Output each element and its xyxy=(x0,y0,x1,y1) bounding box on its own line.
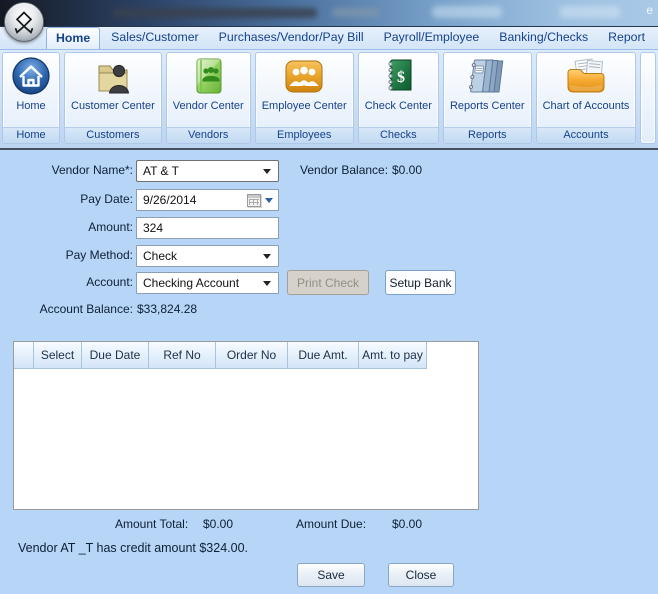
ribbon-button-home[interactable] xyxy=(11,53,51,100)
close-button[interactable]: Close xyxy=(388,563,454,587)
home-icon xyxy=(11,55,51,102)
account-value: Checking Account xyxy=(143,276,240,290)
pay-method-select[interactable]: Check xyxy=(136,245,279,267)
ribbon-group-clipped xyxy=(640,52,657,144)
ribbon-button-label[interactable]: Employee Center xyxy=(256,100,353,115)
account-select[interactable]: Checking Account xyxy=(136,272,279,294)
pay-date-label: Pay Date: xyxy=(80,192,133,206)
chevron-down-icon xyxy=(263,253,271,259)
column-header-select[interactable]: Select xyxy=(34,342,82,369)
ribbon-button-label[interactable]: Check Center xyxy=(359,100,438,115)
amount-total-value: $0.00 xyxy=(203,517,234,531)
vendor-name-value: AT & T xyxy=(143,164,180,178)
ribbon-group-footer: Checks xyxy=(358,127,438,143)
tab-purchases-vendor-pay-bill[interactable]: Purchases/Vendor/Pay Bill xyxy=(210,27,373,49)
titlebar-highlight xyxy=(560,6,620,18)
chevron-down-icon xyxy=(263,280,271,286)
blurred-title-text xyxy=(332,8,380,17)
amount-total-label: Amount Total: xyxy=(115,517,189,531)
ribbon-group-footer: Reports xyxy=(443,127,531,143)
ribbon-group-reports: Reports Center Reports xyxy=(442,52,532,144)
tab-payroll-employee[interactable]: Payroll/Employee xyxy=(375,27,489,49)
ribbon-group-footer: Accounts xyxy=(536,127,636,143)
titlebar-corner-text: e xyxy=(646,3,653,17)
vendor-center-icon xyxy=(187,55,229,102)
ribbon-button-check-center[interactable]: $ xyxy=(377,53,419,100)
tab-report[interactable]: Report xyxy=(599,27,654,49)
ribbon-button-chart-of-accounts[interactable] xyxy=(563,53,609,100)
ribbon-group-footer: Vendors xyxy=(166,127,250,143)
app-logo-icon xyxy=(14,11,34,34)
ribbon: Home Home Customer Center Customers Vendor C… xyxy=(0,50,658,150)
ribbon-button-employee-center[interactable] xyxy=(282,53,326,100)
column-header-due-amt[interactable]: Due Amt. xyxy=(288,342,359,369)
chevron-down-icon xyxy=(263,168,271,174)
customer-center-icon xyxy=(91,55,135,102)
ribbon-group-home: Home Home xyxy=(2,52,60,144)
titlebar-highlight xyxy=(432,6,502,18)
pay-date-value: 9/26/2014 xyxy=(143,193,197,207)
bills-grid-body[interactable] xyxy=(14,369,478,509)
tab-home[interactable]: Home xyxy=(46,27,101,49)
ribbon-button-label[interactable]: Home xyxy=(10,100,51,115)
ribbon-group-employees: Employee Center Employees xyxy=(254,52,354,144)
svg-text:$: $ xyxy=(397,69,405,86)
bills-grid: Select Due Date Ref No Order No Due Amt. Amt.… xyxy=(13,341,479,510)
vendor-balance-value: $0.00 xyxy=(392,163,423,177)
tab-banking-checks[interactable]: Banking/Checks xyxy=(490,27,597,49)
tab-sales-customer[interactable]: Sales/Customer xyxy=(102,27,207,49)
save-button[interactable]: Save xyxy=(297,563,365,587)
ribbon-button-label[interactable]: Customer Center xyxy=(65,100,161,115)
ribbon-button-customer-center[interactable] xyxy=(91,53,135,100)
chevron-down-icon[interactable] xyxy=(265,197,273,203)
column-header-order-no[interactable]: Order No xyxy=(216,342,288,369)
ribbon-group-checks: $ Check Center Checks xyxy=(357,52,439,144)
pay-bill-form: Vendor Name*: AT & T Vendor Balance: $0.… xyxy=(0,150,658,594)
ribbon-button-label[interactable]: Chart of Accounts xyxy=(537,100,636,115)
ribbon-button-label[interactable]: Vendor Center xyxy=(167,100,250,115)
reports-center-icon xyxy=(465,55,509,102)
ribbon-group-footer: Employees xyxy=(255,127,353,143)
ribbon-group-accounts: Chart of Accounts Accounts xyxy=(535,52,637,144)
pay-date-picker[interactable]: 9/26/2014 xyxy=(136,189,279,211)
amount-due-label: Amount Due: xyxy=(296,517,367,531)
column-header-due-date[interactable]: Due Date xyxy=(82,342,149,369)
pay-method-value: Check xyxy=(143,249,178,263)
amount-label: Amount: xyxy=(88,220,133,234)
chart-of-accounts-icon xyxy=(563,55,609,102)
ribbon-group-footer: Home xyxy=(3,127,59,143)
employee-center-icon xyxy=(282,55,326,102)
pay-method-label: Pay Method: xyxy=(65,248,133,262)
amount-value: 324 xyxy=(143,221,164,235)
app-window: e Home Sales/Customer Purchases/Vendor/Pay… xyxy=(0,0,658,594)
setup-bank-button[interactable]: Setup Bank xyxy=(385,270,456,295)
check-center-icon: $ xyxy=(377,55,419,102)
calendar-icon[interactable] xyxy=(247,193,261,207)
column-header-amt-to-pay[interactable]: Amt. to pay xyxy=(359,342,427,369)
ribbon-group-vendors: Vendor Center Vendors xyxy=(165,52,251,144)
amount-input[interactable]: 324 xyxy=(136,217,279,239)
row-selector-header[interactable] xyxy=(14,342,34,369)
account-balance-value: $33,824.28 xyxy=(137,302,198,316)
column-header-ref-no[interactable]: Ref No xyxy=(149,342,216,369)
ribbon-group-customers: Customer Center Customers xyxy=(64,52,162,144)
bills-grid-header: Select Due Date Ref No Order No Due Amt. Amt.… xyxy=(14,342,478,369)
account-label: Account: xyxy=(86,275,133,289)
ribbon-group-footer: Customers xyxy=(65,127,161,143)
ribbon-tab-strip: Home Sales/Customer Purchases/Vendor/Pay B… xyxy=(0,27,658,50)
blurred-title-text xyxy=(112,8,317,18)
ribbon-button-label[interactable]: Reports Center xyxy=(444,100,531,115)
amount-due-value: $0.00 xyxy=(392,517,423,531)
vendor-name-select[interactable]: AT & T xyxy=(136,160,279,182)
ribbon-button-vendor-center[interactable] xyxy=(187,53,229,100)
title-bar: e xyxy=(0,0,658,27)
account-balance-label: Account Balance: xyxy=(39,302,133,316)
vendor-credit-note: Vendor AT _T has credit amount $324.00. xyxy=(18,541,249,555)
ribbon-button-reports-center[interactable] xyxy=(465,53,509,100)
vendor-name-label: Vendor Name*: xyxy=(51,163,133,177)
application-menu-orb[interactable] xyxy=(4,2,44,42)
vendor-balance-label: Vendor Balance: xyxy=(300,163,389,177)
print-check-button[interactable]: Print Check xyxy=(287,270,369,295)
